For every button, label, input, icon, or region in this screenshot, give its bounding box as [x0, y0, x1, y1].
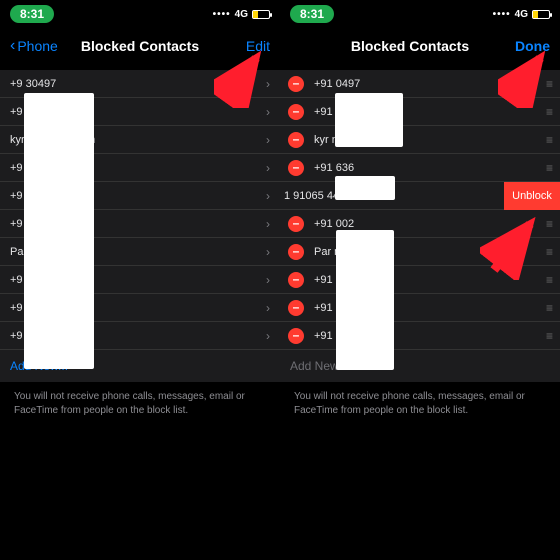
chevron-right-icon: › [256, 245, 280, 259]
chevron-left-icon: ‹ [10, 37, 15, 55]
remove-icon[interactable]: – [288, 216, 304, 232]
remove-icon[interactable]: – [288, 104, 304, 120]
drag-handle-icon[interactable]: ≡ [546, 301, 560, 315]
chevron-right-icon: › [256, 273, 280, 287]
list-item[interactable]: –+91 168≡ [280, 322, 560, 350]
unblock-button[interactable]: Unblock [504, 182, 560, 210]
status-time-pill[interactable]: 8:31 [10, 5, 54, 23]
list-item[interactable]: –+91 539≡ [280, 294, 560, 322]
list-item[interactable]: –kyr ngmail.com≡ [280, 126, 560, 154]
annotation-arrow [498, 48, 556, 108]
add-new-disabled: Add New... [280, 350, 560, 382]
chevron-right-icon: › [256, 161, 280, 175]
annotation-arrow [480, 210, 550, 280]
status-time-pill[interactable]: 8:31 [290, 5, 334, 23]
list-item[interactable]: –+91 636≡ [280, 154, 560, 182]
footer-note: You will not receive phone calls, messag… [0, 382, 280, 425]
chevron-right-icon: › [256, 217, 280, 231]
screenshot-right: 8:31 •••• 4G Blocked Contacts Done –+91 … [280, 0, 560, 560]
remove-icon[interactable]: – [288, 300, 304, 316]
screenshot-left: 8:31 •••• 4G ‹ Phone Blocked Contacts Ed… [0, 0, 280, 560]
annotation-arrow [214, 48, 272, 108]
remove-icon[interactable]: – [288, 272, 304, 288]
chevron-right-icon: › [256, 329, 280, 343]
redaction-block [24, 93, 94, 369]
remove-icon[interactable]: – [288, 132, 304, 148]
chevron-right-icon: › [256, 301, 280, 315]
status-bar: 8:31 •••• 4G [0, 0, 280, 28]
drag-handle-icon[interactable]: ≡ [546, 161, 560, 175]
back-label: Phone [17, 38, 57, 54]
redaction-block [335, 176, 395, 200]
chevron-right-icon: › [256, 133, 280, 147]
network-label: 4G [515, 9, 528, 20]
back-button[interactable]: ‹ Phone [10, 37, 70, 55]
status-bar: 8:31 •••• 4G [280, 0, 560, 28]
signal-icon: •••• [213, 9, 231, 20]
drag-handle-icon[interactable]: ≡ [546, 133, 560, 147]
network-label: 4G [235, 9, 248, 20]
remove-icon[interactable]: – [288, 328, 304, 344]
drag-handle-icon[interactable]: ≡ [546, 329, 560, 343]
redaction-block [336, 230, 394, 370]
battery-icon [532, 10, 550, 19]
footer-note: You will not receive phone calls, messag… [280, 382, 560, 425]
remove-icon[interactable]: – [288, 244, 304, 260]
signal-icon: •••• [493, 9, 511, 20]
page-title: Blocked Contacts [330, 38, 490, 54]
list-item[interactable]: 1 91065 44Unblock [280, 182, 560, 210]
remove-icon[interactable]: – [288, 76, 304, 92]
remove-icon[interactable]: – [288, 160, 304, 176]
page-title: Blocked Contacts [70, 38, 210, 54]
chevron-right-icon: › [256, 189, 280, 203]
redaction-block [335, 93, 403, 147]
battery-icon [252, 10, 270, 19]
contact-label: +91 636 [304, 162, 546, 174]
